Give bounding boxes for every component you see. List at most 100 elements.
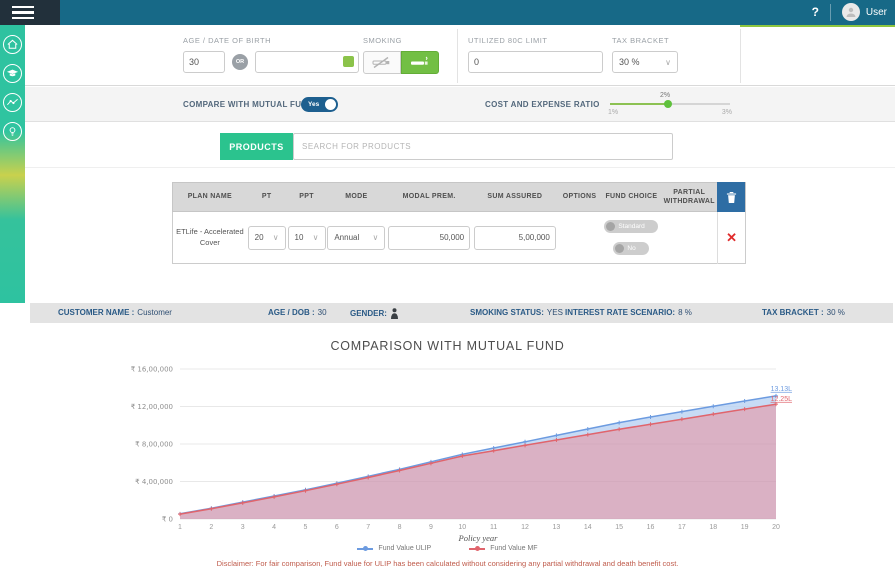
svg-text:₹ 16,00,000: ₹ 16,00,000 — [131, 366, 173, 374]
legend-label-ulip: Fund Value ULIP — [378, 545, 431, 552]
compare-toggle[interactable]: Yes — [301, 97, 338, 112]
utilized-80c-input[interactable] — [468, 51, 603, 73]
svg-text:3: 3 — [241, 524, 245, 531]
legend-item-mf: Fund Value MF — [469, 545, 537, 552]
inputs-panel: AGE / DATE OF BIRTH OR SMOKING — [25, 27, 895, 86]
toggle-knob — [325, 99, 336, 110]
age-input[interactable] — [183, 51, 225, 73]
col-partial-withdrawal: PARTIAL WITHDRAWAL — [661, 188, 717, 206]
chevron-down-icon: ∨ — [372, 233, 378, 242]
legend-swatch-mf — [469, 548, 485, 550]
or-badge: OR — [232, 54, 248, 70]
smoker-button[interactable] — [401, 51, 439, 74]
ppt-select[interactable]: 10∨ — [288, 226, 326, 250]
svg-text:₹ 4,00,000: ₹ 4,00,000 — [135, 478, 173, 486]
chevron-down-icon: ∨ — [313, 233, 319, 242]
svg-text:12.25L: 12.25L — [771, 396, 793, 403]
interest-rate-scenario: INTEREST RATE SCENARIO:8 % — [565, 308, 692, 317]
customer-age: AGE / DOB :30 — [268, 308, 327, 317]
delete-row-button[interactable]: ✕ — [717, 212, 745, 264]
modal-premium-input[interactable] — [388, 226, 470, 250]
sum-assured-input[interactable] — [474, 226, 556, 250]
utilized-80c-group: UTILIZED 80C LIMIT — [468, 36, 603, 73]
performance-chart-icon[interactable] — [3, 93, 22, 112]
delete-all-button[interactable] — [717, 182, 745, 212]
tax-bracket-group: TAX BRACKET 30 % ∨ — [612, 36, 678, 73]
svg-text:7: 7 — [366, 524, 370, 531]
comparison-chart: ₹ 0₹ 4,00,000₹ 8,00,000₹ 12,00,000₹ 16,0… — [105, 358, 805, 543]
help-icon[interactable]: ? — [812, 5, 819, 19]
pt-select[interactable]: 20 ∨ — [248, 226, 286, 250]
col-sum-assured: SUM ASSURED — [472, 192, 558, 201]
partial-withdrawal-toggle[interactable]: No — [613, 242, 649, 255]
products-panel: PRODUCTS — [25, 123, 895, 168]
calendar-icon[interactable] — [343, 56, 354, 67]
svg-text:19: 19 — [741, 524, 749, 531]
svg-text:20: 20 — [772, 524, 780, 531]
tax-bracket-select[interactable]: 30 % ∨ — [612, 51, 678, 73]
table-row: ETLife - Accelerated Cover 20∨ 10∨ Annua… — [172, 212, 746, 264]
customer-smoking-status: SMOKING STATUS:YES — [470, 308, 563, 317]
compare-panel: COMPARE WITH MUTUAL FUND Yes COST AND EX… — [25, 87, 895, 122]
pt-value: 20 — [255, 233, 264, 242]
chart-title: COMPARISON WITH MUTUAL FUND — [0, 339, 895, 353]
fund-choice-toggle[interactable]: Standard — [604, 220, 658, 233]
col-options: OPTIONS — [558, 192, 602, 201]
smoking-label: SMOKING — [363, 36, 439, 45]
pill-knob — [615, 244, 624, 253]
expense-ratio-slider[interactable]: 2% 1% 3% — [610, 87, 730, 122]
customer-summary-bar: CUSTOMER NAME :Customer AGE / DOB :30 GE… — [30, 303, 893, 323]
legend-swatch-ulip — [357, 548, 373, 550]
svg-text:10: 10 — [458, 524, 466, 531]
customer-gender: GENDER: — [350, 308, 399, 319]
ideas-bulb-icon[interactable] — [3, 122, 22, 141]
age-dob-label: AGE / DATE OF BIRTH — [183, 36, 359, 45]
slider-current-value: 2% — [660, 92, 670, 99]
col-fund-choice: FUND CHOICE — [602, 192, 662, 201]
divider — [457, 29, 458, 83]
svg-text:Policy year: Policy year — [458, 533, 499, 543]
svg-text:13.13L: 13.13L — [771, 386, 793, 393]
top-bar: ? User — [0, 0, 895, 25]
slider-track-filled[interactable] — [610, 103, 668, 105]
slider-track-empty[interactable] — [668, 103, 730, 105]
mode-value: Annual — [334, 233, 359, 242]
education-icon[interactable] — [3, 64, 22, 83]
chevron-down-icon: ∨ — [665, 58, 671, 67]
non-smoker-button[interactable] — [363, 51, 401, 74]
chevron-down-icon: ∨ — [273, 233, 279, 242]
tax-bracket-value: 30 % — [619, 57, 640, 67]
col-mode: MODE — [326, 192, 386, 201]
customer-tax-bracket: TAX BRACKET :30 % — [762, 308, 845, 317]
slider-knob[interactable] — [664, 100, 672, 108]
tab-products[interactable]: PRODUCTS — [220, 133, 293, 160]
pill-knob — [606, 222, 615, 231]
svg-text:₹ 12,00,000: ₹ 12,00,000 — [131, 403, 173, 411]
svg-text:13: 13 — [553, 524, 561, 531]
product-search-input[interactable] — [293, 133, 673, 160]
chart-legend: Fund Value ULIP Fund Value MF — [0, 545, 895, 552]
svg-text:11: 11 — [490, 524, 497, 531]
tax-bracket-label: TAX BRACKET — [612, 36, 678, 45]
svg-text:6: 6 — [335, 524, 339, 531]
toggle-label: Yes — [308, 101, 319, 108]
svg-text:8: 8 — [398, 524, 402, 531]
male-icon — [390, 308, 399, 319]
compare-label: COMPARE WITH MUTUAL FUND — [183, 100, 313, 109]
svg-text:14: 14 — [584, 524, 592, 531]
user-name: User — [866, 7, 887, 18]
slider-max-label: 3% — [722, 109, 732, 116]
mode-select[interactable]: Annual ∨ — [327, 226, 385, 250]
legend-item-ulip: Fund Value ULIP — [357, 545, 431, 552]
svg-text:17: 17 — [678, 524, 686, 531]
smoking-group: SMOKING — [363, 36, 439, 74]
expense-ratio-label: COST AND EXPENSE RATIO — [485, 100, 600, 109]
home-icon[interactable] — [3, 35, 22, 54]
hamburger-menu-icon[interactable] — [0, 0, 60, 25]
utilized-80c-label: UTILIZED 80C LIMIT — [468, 36, 603, 45]
user-menu[interactable]: User — [842, 3, 887, 21]
age-dob-group: AGE / DATE OF BIRTH OR — [183, 36, 359, 73]
avatar — [842, 3, 860, 21]
svg-text:16: 16 — [647, 524, 655, 531]
disclaimer-text: Disclaimer: For fair comparison, Fund va… — [0, 559, 895, 568]
